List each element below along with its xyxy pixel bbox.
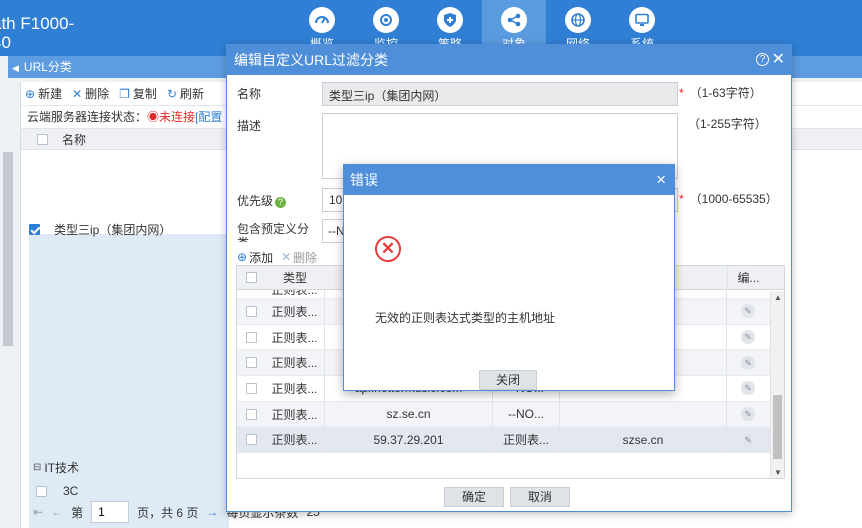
new-button[interactable]: ⊕ 新建 — [25, 85, 62, 102]
collapse-arrow-icon[interactable]: ◀ — [12, 63, 19, 73]
refresh-icon: ↻ — [166, 86, 177, 101]
error-icon: ✕ — [375, 236, 401, 262]
edit-pencil-icon[interactable]: ✎ — [741, 407, 755, 422]
column-name-header: 名称 — [62, 132, 87, 147]
close-icon[interactable]: × — [656, 165, 666, 195]
priority-hint: * （1000-65535） — [679, 192, 778, 206]
dialog-title: 编辑自定义URL过滤分类 — [234, 52, 389, 68]
refresh-button[interactable]: ↻ 刷新 — [167, 85, 204, 102]
plus-circle-icon: ⊕ — [237, 250, 248, 264]
selected-row-content[interactable]: 类型三ip（集团内网） — [29, 221, 171, 238]
copy-button[interactable]: ❐ 复制 — [119, 85, 157, 102]
copy-icon: ❐ — [119, 86, 130, 101]
product-name: ath F1000- 40 — [0, 14, 90, 52]
error-message: 无效的正则表达式类型的主机地址 — [375, 311, 556, 325]
share-nodes-icon — [501, 7, 527, 33]
table-row[interactable]: 正则表... sz.se.cn --NO... ✎ — [237, 401, 784, 428]
add-rule-button[interactable]: ⊕ 添加 — [237, 249, 273, 266]
globe-icon — [565, 7, 591, 33]
next-page-icon[interactable]: → — [206, 505, 218, 519]
priority-label: 优先级? — [237, 192, 287, 209]
row-checkbox[interactable] — [245, 408, 257, 420]
product-name-line1: ath F1000- — [0, 14, 75, 33]
error-title-bar: 错误 × — [344, 165, 674, 195]
edit-pencil-icon[interactable]: ✎ — [741, 432, 755, 447]
name-hint: * （1-63字符） — [679, 86, 762, 100]
error-title: 错误 — [350, 172, 378, 188]
row-checkbox[interactable] — [36, 485, 47, 497]
breadcrumb-label: URL分类 — [23, 60, 72, 74]
delete-rule-button[interactable]: ✕ 删除 — [281, 249, 317, 266]
row-checkbox[interactable] — [245, 357, 257, 369]
monitor-eye-icon — [373, 7, 399, 33]
collapse-minus-icon[interactable]: ⊟ — [33, 462, 41, 473]
selected-item-name: 类型三ip（集团内网） — [54, 223, 172, 237]
scroll-up-icon[interactable]: ▲ — [774, 293, 782, 302]
computer-icon — [629, 7, 655, 33]
edit-pencil-icon[interactable]: ✎ — [741, 304, 755, 319]
dashboard-icon — [309, 7, 335, 33]
cross-icon: ✕ — [72, 86, 83, 101]
predefined-category-label: 包含预定义分类 — [237, 222, 310, 242]
status-value: 未连接 — [159, 110, 196, 124]
name-label: 名称 — [237, 87, 262, 101]
description-hint: （1-255字符） — [688, 117, 767, 131]
first-page-icon[interactable]: ⇤ — [33, 505, 43, 519]
description-label: 描述 — [237, 119, 262, 133]
row-checkbox[interactable] — [245, 305, 257, 317]
table-row[interactable]: 正则表... 59.37.29.201 正则表... szse.cn ✎ — [237, 427, 784, 454]
grid-scrollbar[interactable]: ▲ ▼ — [770, 291, 784, 478]
row-checkbox[interactable] — [245, 382, 257, 394]
rule-toolbar: ⊕ 添加 ✕ 删除 — [237, 249, 325, 265]
left-scrollbar[interactable] — [3, 152, 13, 346]
list-item[interactable]: 3C — [36, 484, 78, 498]
status-error-icon: ◉ — [147, 110, 160, 124]
select-all-rules-checkbox[interactable] — [245, 272, 257, 283]
help-icon[interactable]: ? — [756, 53, 769, 66]
row-checkbox[interactable] — [245, 434, 257, 446]
plus-circle-icon: ⊕ — [25, 86, 36, 101]
cross-icon: ✕ — [281, 250, 292, 264]
scroll-thumb[interactable] — [773, 395, 782, 459]
scroll-down-icon[interactable]: ▼ — [774, 468, 782, 477]
config-link[interactable]: [配置 — [195, 110, 222, 124]
question-icon[interactable]: ? — [275, 197, 287, 208]
ok-button[interactable]: 确定 — [444, 487, 504, 507]
cancel-button[interactable]: 取消 — [510, 487, 570, 507]
delete-button[interactable]: ✕ 删除 — [72, 85, 109, 102]
name-field[interactable]: 类型三ip（集团内网） — [322, 82, 678, 106]
row-checkbox[interactable] — [245, 331, 257, 343]
select-all-checkbox[interactable] — [37, 133, 48, 145]
group-row-it[interactable]: ⊟ IT技术 — [33, 459, 79, 476]
edit-pencil-icon[interactable]: ✎ — [741, 355, 755, 370]
close-button[interactable]: 关闭 — [479, 370, 537, 390]
prev-page-icon[interactable]: ← — [51, 505, 63, 519]
dialog-title-bar: 编辑自定义URL过滤分类 ? ✕ — [227, 45, 791, 75]
close-icon[interactable]: ✕ — [772, 45, 785, 75]
shield-plus-icon — [437, 7, 463, 33]
edit-pencil-icon[interactable]: ✎ — [741, 330, 755, 345]
column-type-header: 类型 — [282, 271, 307, 285]
product-name-line2: 40 — [0, 33, 11, 52]
edit-pencil-icon[interactable]: ✎ — [741, 381, 755, 396]
column-edit-header: 编... — [727, 266, 769, 289]
error-dialog: 错误 × ✕ 无效的正则表达式类型的主机地址 关闭 — [343, 164, 675, 391]
row-checkbox-checked[interactable] — [29, 224, 40, 235]
page-number-input[interactable] — [91, 501, 130, 523]
